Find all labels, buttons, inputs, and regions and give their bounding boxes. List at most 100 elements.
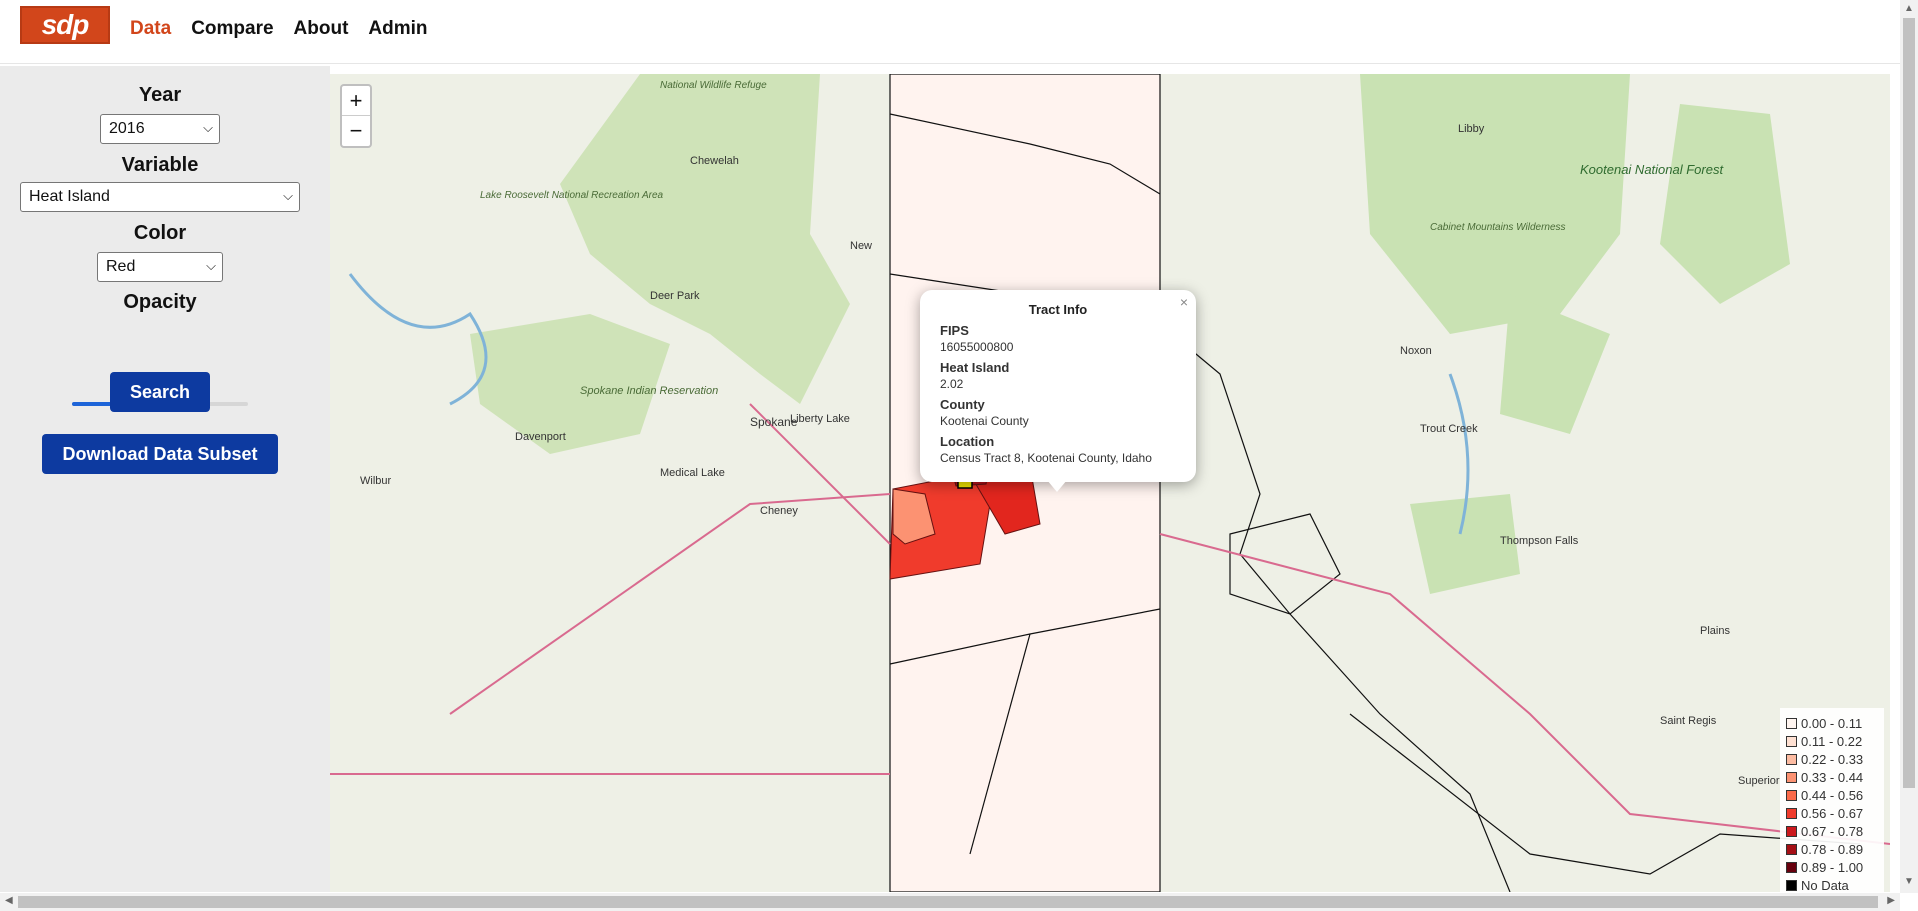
legend-label: 0.78 - 0.89 — [1801, 841, 1864, 857]
map-label-noxon: Noxon — [1400, 345, 1432, 357]
legend-label: 0.56 - 0.67 — [1801, 805, 1864, 821]
nav-admin[interactable]: Admin — [368, 18, 427, 40]
scroll-up-icon[interactable]: ▲ — [1904, 3, 1914, 14]
variable-select[interactable]: Heat Island ⌵ — [20, 182, 300, 212]
legend-item: 0.78 - 0.89 — [1786, 840, 1878, 858]
legend-item: 0.22 - 0.33 — [1786, 750, 1878, 768]
popup-tip — [1047, 480, 1067, 492]
variable-label: Variable — [121, 154, 199, 176]
variable-select-value: Heat Island — [29, 188, 110, 205]
legend-item: 0.67 - 0.78 — [1786, 822, 1878, 840]
horizontal-scrollbar-thumb[interactable] — [18, 896, 1878, 908]
legend-label: 0.11 - 0.22 — [1801, 733, 1863, 749]
horizontal-scrollbar[interactable]: ◀ ▶ — [0, 893, 1900, 911]
legend-label: 0.00 - 0.11 — [1801, 715, 1863, 731]
map-label-superior: Superior — [1738, 775, 1780, 787]
fips-label: FIPS — [940, 323, 969, 338]
heat-island-value: 2.02 — [940, 377, 964, 391]
map-label-deer-park: Deer Park — [650, 290, 700, 302]
map-label-chewelah: Chewelah — [690, 155, 739, 167]
nav-about[interactable]: About — [294, 18, 349, 40]
color-select-value: Red — [106, 258, 136, 275]
fips-value: 16055000800 — [940, 340, 1014, 354]
map-label-plains: Plains — [1700, 625, 1730, 637]
map-label-wilbur: Wilbur — [360, 475, 392, 487]
scroll-left-icon[interactable]: ◀ — [5, 895, 13, 906]
heat-island-label: Heat Island — [940, 360, 1010, 375]
legend-label: 0.44 - 0.56 — [1801, 787, 1864, 803]
vertical-scrollbar-thumb[interactable] — [1903, 18, 1915, 788]
scroll-down-icon[interactable]: ▼ — [1904, 876, 1914, 887]
main-nav: Data Compare About Admin — [130, 18, 428, 40]
chevron-down-icon: ⌵ — [206, 258, 216, 273]
legend-swatch — [1786, 789, 1797, 801]
nav-data[interactable]: Data — [130, 18, 171, 40]
map-label-kootenai-national-forest: Kootenai National Forest — [1580, 162, 1724, 177]
color-select[interactable]: Red ⌵ — [97, 252, 223, 282]
vertical-scrollbar[interactable]: ▲ ▼ — [1900, 0, 1918, 893]
map-label-medical-lake: Medical Lake — [660, 467, 725, 479]
county-label: County — [940, 397, 985, 412]
map-view[interactable]: Spokane Liberty Lake Davenport Medical L… — [330, 74, 1890, 892]
legend-swatch — [1786, 807, 1797, 819]
zoom-in-button[interactable]: + — [342, 86, 370, 116]
map-label-saint-regis: Saint Regis — [1660, 715, 1717, 727]
map-label-new: New — [850, 240, 872, 252]
top-navbar: sdp Data Compare About Admin — [0, 0, 1900, 64]
legend-item: 0.89 - 1.00 — [1786, 858, 1878, 876]
zoom-control: + − — [340, 84, 372, 148]
map-basemap: Spokane Liberty Lake Davenport Medical L… — [330, 74, 1890, 892]
legend-item: 0.56 - 0.67 — [1786, 804, 1878, 822]
legend-label: 0.33 - 0.44 — [1801, 769, 1864, 785]
sdp-logo[interactable]: sdp — [20, 6, 110, 44]
map-label-cabinet-mountains-wilderness: Cabinet Mountains Wilderness — [1430, 222, 1566, 233]
location-value: Census Tract 8, Kootenai County, Idaho — [940, 451, 1152, 465]
map-label-lake-roosevelt-nra: Lake Roosevelt National Recreation Area — [480, 190, 664, 201]
map-label-thompson-falls: Thompson Falls — [1500, 535, 1579, 547]
legend-item: 0.33 - 0.44 — [1786, 768, 1878, 786]
year-label: Year — [138, 84, 182, 106]
legend-label: 0.22 - 0.33 — [1801, 751, 1864, 767]
nav-compare[interactable]: Compare — [191, 18, 273, 40]
legend-label: 0.89 - 1.00 — [1801, 859, 1864, 875]
map-label-davenport: Davenport — [515, 431, 566, 443]
map-legend: 0.00 - 0.11 0.11 - 0.22 0.22 - 0.33 0.33 - … — [1780, 708, 1884, 892]
year-select[interactable]: 2016 ⌵ — [100, 114, 220, 144]
tract-info-popup: × Tract Info FIPS 16055000800 Heat Islan… — [920, 290, 1196, 482]
legend-swatch — [1786, 843, 1797, 855]
legend-swatch — [1786, 753, 1797, 765]
location-label: Location — [940, 434, 995, 449]
chevron-down-icon: ⌵ — [283, 188, 293, 203]
opacity-label: Opacity — [123, 291, 197, 313]
legend-item: No Data — [1786, 876, 1878, 892]
map-label-libby: Libby — [1458, 123, 1485, 135]
map-label-national-wildlife-refuge: National Wildlife Refuge — [660, 80, 767, 91]
filter-sidebar: Year 2016 ⌵ Variable Heat Island ⌵ Color R… — [0, 66, 330, 892]
county-value: Kootenai County — [940, 414, 1029, 428]
legend-swatch — [1786, 735, 1797, 747]
year-select-value: 2016 — [109, 120, 145, 137]
logo-text: sdp — [41, 9, 90, 40]
map-label-cheney: Cheney — [760, 505, 798, 517]
legend-item: 0.00 - 0.11 — [1786, 714, 1878, 732]
scroll-right-icon[interactable]: ▶ — [1887, 895, 1895, 906]
legend-label: 0.67 - 0.78 — [1801, 823, 1864, 839]
popup-close-icon[interactable]: × — [1180, 294, 1188, 310]
legend-swatch — [1786, 861, 1797, 873]
legend-swatch — [1786, 825, 1797, 837]
map-label-liberty-lake: Liberty Lake — [790, 413, 850, 425]
legend-swatch — [1786, 717, 1797, 729]
legend-item: 0.44 - 0.56 — [1786, 786, 1878, 804]
legend-swatch — [1786, 771, 1797, 783]
legend-item: 0.11 - 0.22 — [1786, 732, 1878, 750]
zoom-out-button[interactable]: − — [342, 116, 370, 146]
legend-label: No Data — [1801, 877, 1849, 893]
chevron-down-icon: ⌵ — [203, 120, 213, 135]
map-label-spokane-indian-reservation: Spokane Indian Reservation — [580, 385, 718, 397]
search-button[interactable]: Search — [110, 372, 210, 412]
popup-title: Tract Info — [1028, 302, 1088, 317]
map-label-trout-creek: Trout Creek — [1420, 423, 1478, 435]
legend-swatch — [1786, 879, 1797, 891]
color-label: Color — [133, 222, 187, 244]
download-data-subset-button[interactable]: Download Data Subset — [42, 434, 278, 474]
